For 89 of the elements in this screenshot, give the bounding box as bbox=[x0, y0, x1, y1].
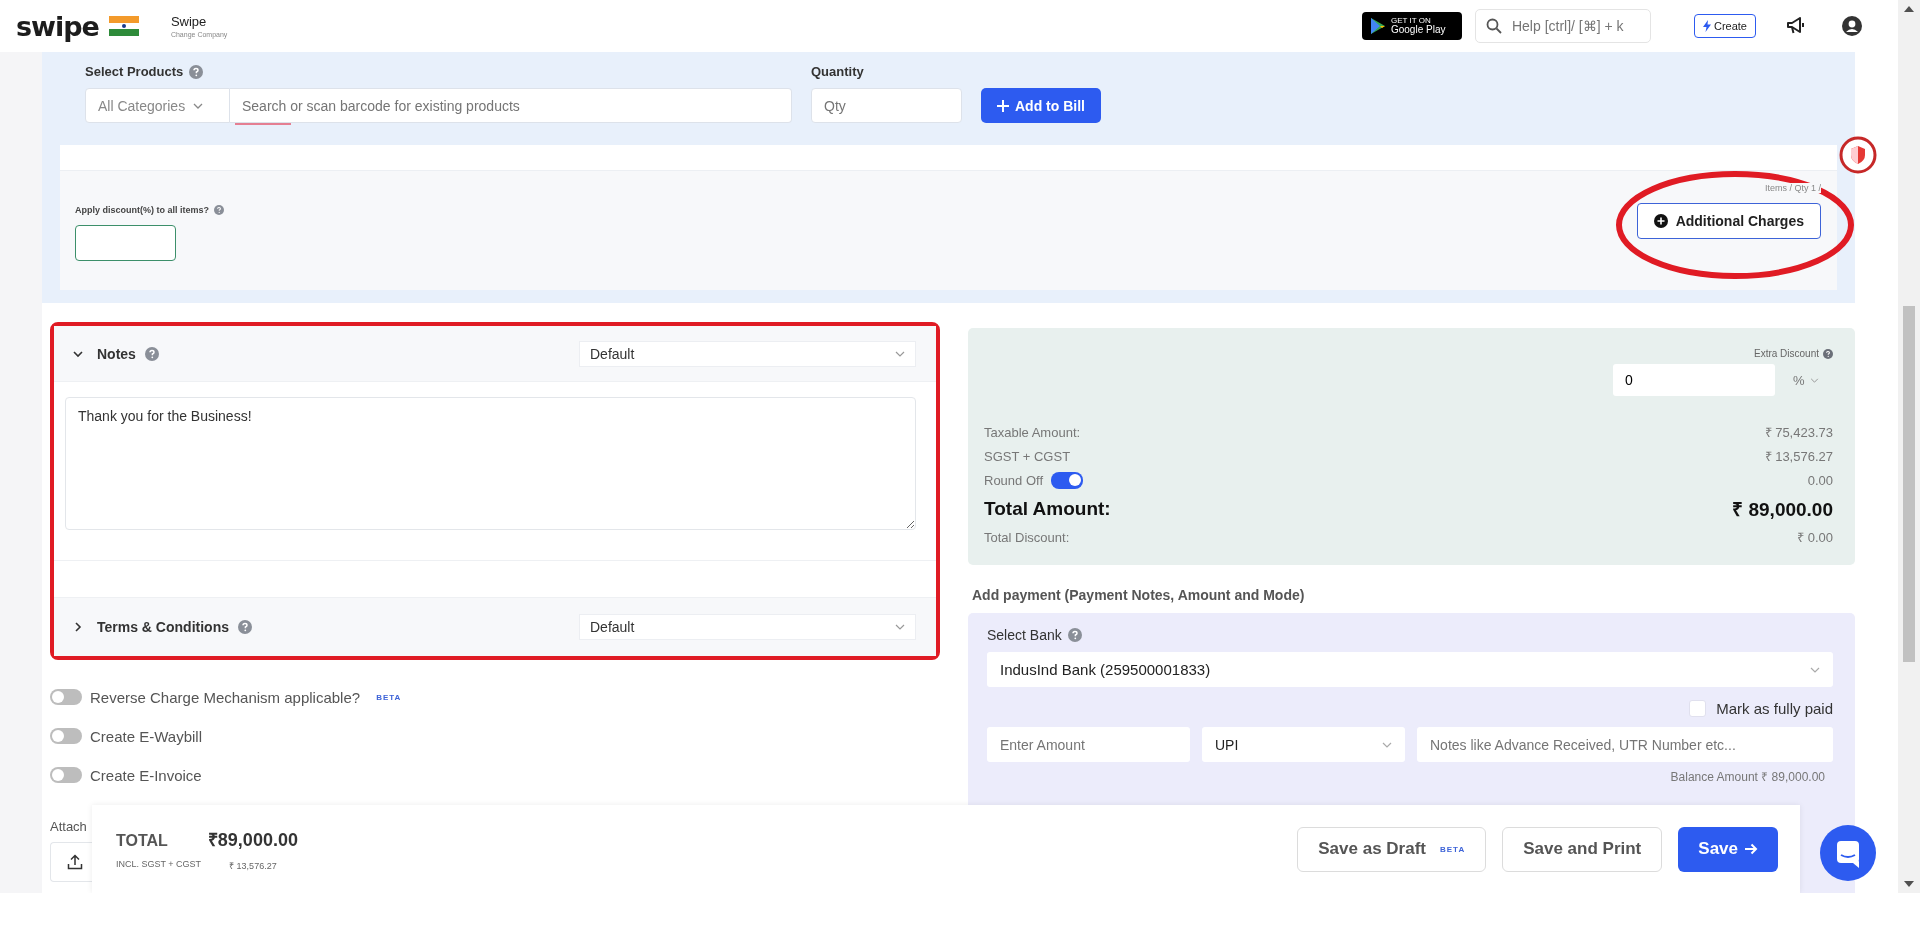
toggle-label: Create E-Waybill bbox=[90, 727, 202, 745]
additional-charges-button[interactable]: Additional Charges bbox=[1636, 203, 1821, 239]
summary-label: Round Off bbox=[984, 472, 1044, 488]
user-avatar-icon[interactable] bbox=[1842, 16, 1862, 36]
terms-title: Terms & Conditions bbox=[97, 619, 229, 635]
plus-circle-icon bbox=[1653, 214, 1668, 228]
discount-unit-dropdown[interactable]: % bbox=[1793, 372, 1833, 388]
scrollbar-thumb[interactable] bbox=[1903, 306, 1915, 662]
summary-label: Total Discount: bbox=[984, 529, 1070, 545]
select-bank-label: Select Bank bbox=[987, 627, 1062, 643]
chevron-down-icon bbox=[1382, 741, 1392, 748]
tax-label: INCL. SGST + CGST bbox=[116, 858, 202, 871]
extra-discount-label: Extra Discount bbox=[1753, 348, 1819, 359]
chevron-down-icon bbox=[895, 350, 905, 357]
help-icon[interactable] bbox=[144, 346, 159, 361]
toggle-switch[interactable] bbox=[50, 728, 82, 744]
summary-value: ₹ 75,423.73 bbox=[1764, 424, 1833, 441]
logo[interactable]: swipe bbox=[16, 10, 99, 42]
round-off-toggle[interactable] bbox=[1051, 471, 1084, 489]
fully-paid-checkbox[interactable] bbox=[1689, 700, 1707, 717]
total-value: ₹89,000.00 bbox=[207, 828, 298, 851]
play-store-icon bbox=[1369, 17, 1386, 35]
upload-button[interactable] bbox=[50, 842, 92, 882]
summary-label: Total Amount: bbox=[984, 497, 1111, 520]
toggle-label: Create E-Invoice bbox=[90, 766, 202, 784]
payment-notes-field[interactable]: Notes like Advance Received, UTR Number etc... bbox=[1417, 727, 1833, 762]
summary-value: ₹ 13,576.27 bbox=[1764, 448, 1833, 465]
toggle-switch[interactable] bbox=[50, 689, 82, 705]
tax-value: ₹ 13,576.27 bbox=[229, 859, 277, 872]
fully-paid-label: Mark as fully paid bbox=[1716, 700, 1833, 717]
amount-field[interactable]: Enter Amount bbox=[987, 727, 1190, 762]
discount-field[interactable] bbox=[75, 225, 176, 261]
payment-mode-dropdown[interactable]: UPI bbox=[1202, 727, 1405, 762]
add-to-bill-button[interactable]: Add to Bill bbox=[981, 88, 1101, 123]
lightning-icon bbox=[1702, 20, 1711, 32]
save-as-draft-button[interactable]: Save as Draft BETA bbox=[1297, 826, 1487, 872]
help-icon[interactable] bbox=[1823, 348, 1833, 359]
chevron-down-icon bbox=[193, 102, 204, 109]
chat-icon[interactable] bbox=[1820, 825, 1876, 881]
chevron-down-icon bbox=[895, 624, 905, 630]
chevron-icon[interactable] bbox=[72, 621, 84, 633]
balance-amount: Balance Amount ₹ 89,000.00 bbox=[1670, 769, 1825, 785]
summary-label: Taxable Amount: bbox=[984, 424, 1081, 440]
shield-icon[interactable] bbox=[1838, 135, 1878, 175]
summary-value: ₹ 0.00 bbox=[1797, 529, 1833, 546]
google-play-badge[interactable]: GET IT ON Google Play bbox=[1361, 12, 1462, 40]
chevron-down-icon bbox=[1809, 377, 1819, 383]
save-and-print-button[interactable]: Save and Print bbox=[1502, 826, 1663, 872]
toggle-label: Reverse Charge Mechanism applicable? bbox=[90, 688, 361, 706]
megaphone-icon[interactable] bbox=[1786, 17, 1806, 35]
save-button[interactable]: Save bbox=[1678, 826, 1778, 872]
apply-discount-label: Apply discount(%) to all items? bbox=[75, 205, 209, 215]
items-summary: Items / Qty 1 / bbox=[1765, 183, 1821, 193]
select-products-label: Select Products bbox=[85, 64, 184, 79]
quantity-label: Quantity bbox=[811, 64, 865, 79]
help-icon[interactable] bbox=[1067, 628, 1082, 642]
bank-dropdown[interactable]: IndusInd Bank (259500001833) bbox=[987, 652, 1833, 687]
arrow-right-icon bbox=[1744, 843, 1758, 855]
help-icon[interactable] bbox=[189, 64, 204, 79]
summary-label: SGST + CGST bbox=[984, 448, 1071, 464]
chevron-down-icon bbox=[1810, 666, 1820, 673]
extra-discount-field[interactable]: 0 bbox=[1613, 364, 1775, 396]
summary-value: 0.00 bbox=[1807, 472, 1833, 488]
help-icon[interactable] bbox=[237, 620, 252, 634]
notes-text-area[interactable]: Thank you for the Business! bbox=[65, 397, 916, 530]
scroll-up-icon[interactable] bbox=[1904, 6, 1914, 12]
attach-label: Attach bbox=[50, 819, 88, 834]
summary-value: ₹ 89,000.00 bbox=[1732, 497, 1833, 522]
scroll-down-icon[interactable] bbox=[1904, 881, 1914, 887]
product-search-field[interactable]: Search or scan barcode for existing products bbox=[230, 88, 792, 123]
scrollbar[interactable] bbox=[1898, 0, 1920, 893]
notes-title: Notes bbox=[97, 345, 136, 362]
quantity-field[interactable]: Qty bbox=[811, 88, 962, 123]
spellcheck-underline bbox=[235, 123, 291, 125]
search-icon bbox=[1485, 18, 1502, 34]
toggle-switch[interactable] bbox=[50, 767, 82, 783]
beta-tag: BETA bbox=[376, 692, 402, 702]
upload-icon bbox=[67, 854, 83, 870]
company-name: Swipe bbox=[170, 14, 208, 29]
help-search-field[interactable]: Help [ctrl]/ [⌘] + k bbox=[1474, 9, 1651, 43]
notes-template-dropdown[interactable]: Default bbox=[579, 340, 916, 367]
category-dropdown[interactable]: All Categories bbox=[85, 88, 230, 123]
plus-icon bbox=[997, 99, 1009, 112]
create-button[interactable]: Create bbox=[1693, 14, 1756, 38]
terms-template-dropdown[interactable]: Default bbox=[579, 614, 916, 640]
help-icon[interactable] bbox=[214, 205, 224, 215]
total-label: TOTAL bbox=[116, 831, 168, 850]
flag-icon bbox=[108, 16, 139, 36]
add-payment-heading: Add payment (Payment Notes, Amount and Mode) bbox=[972, 587, 1306, 603]
